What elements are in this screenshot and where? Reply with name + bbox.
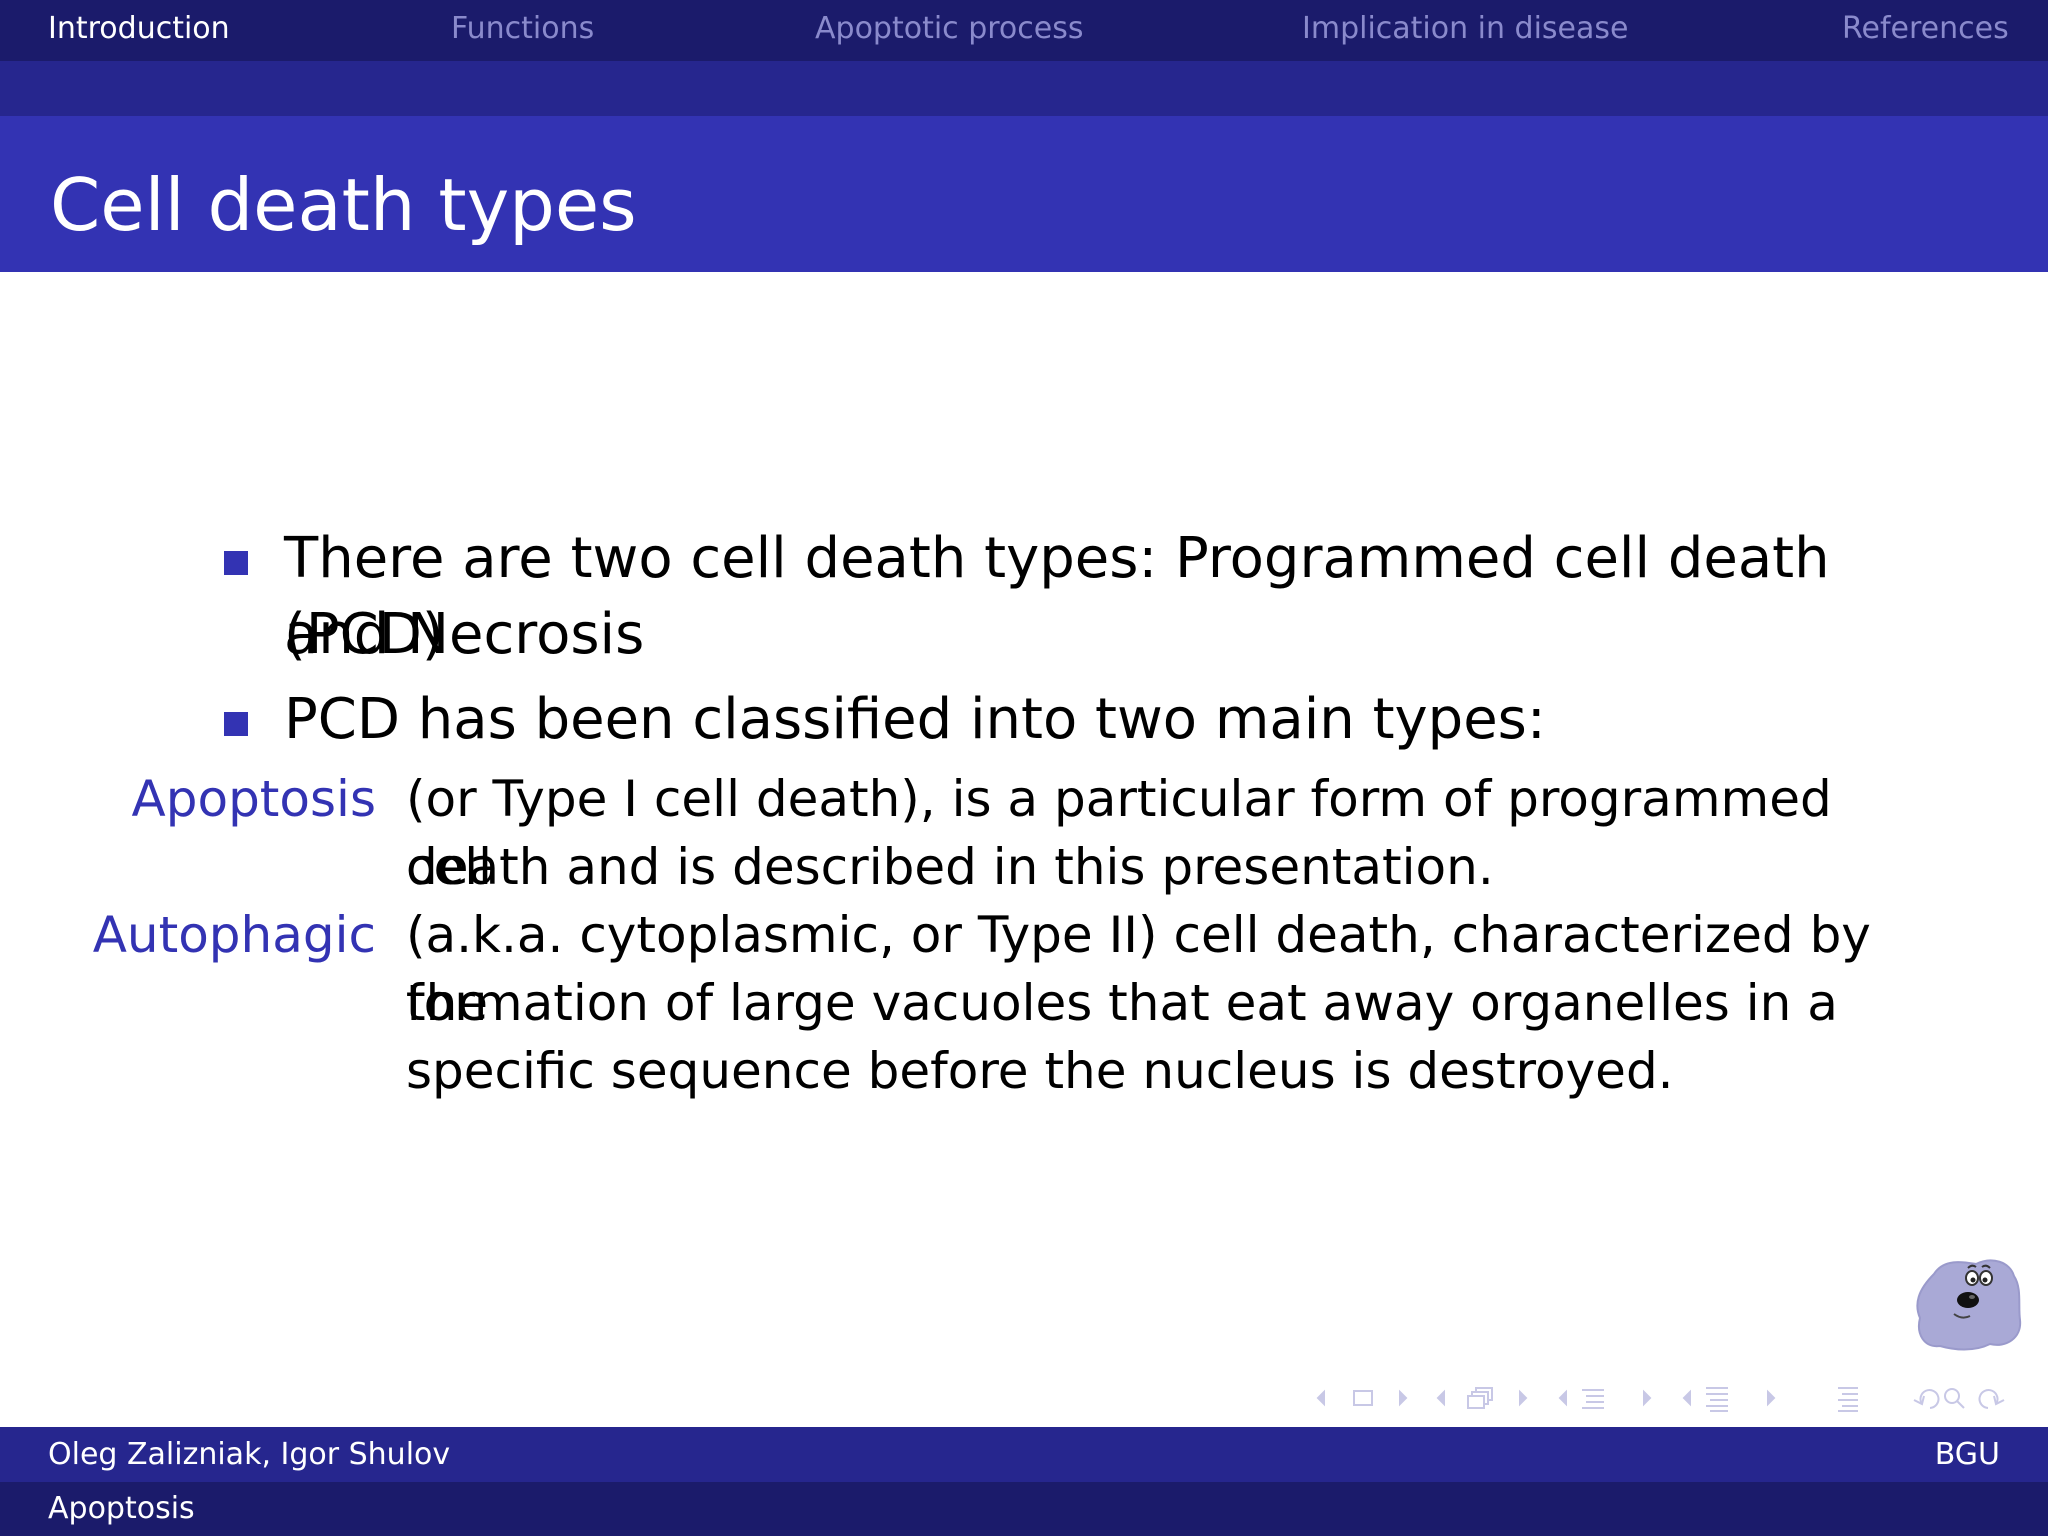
bullet-text-line: and Necrosis xyxy=(284,602,645,667)
section-icon[interactable] xyxy=(1706,1387,1728,1412)
frame-prev-arrow-icon[interactable] xyxy=(1436,1389,1445,1407)
search-icon[interactable] xyxy=(1944,1388,1965,1409)
frame-stack-icon[interactable] xyxy=(1467,1387,1493,1409)
beamer-navigation-symbols xyxy=(1316,1387,2005,1412)
nav-implication-in-disease[interactable]: Implication in disease xyxy=(1302,10,1628,48)
footer-title-bar: Apoptosis xyxy=(0,1482,2048,1536)
section-next-arrow-icon[interactable] xyxy=(1767,1389,1776,1407)
bullet-square-icon xyxy=(224,551,248,575)
desc-def-line: specific sequence before the nucleus is … xyxy=(406,1042,1674,1100)
slide-next-arrow-icon[interactable] xyxy=(1399,1389,1408,1407)
footer-authors: Oleg Zalizniak, Igor Shulov xyxy=(48,1437,451,1472)
subsection-next-arrow-icon[interactable] xyxy=(1643,1389,1652,1407)
slide-frame-icon[interactable] xyxy=(1353,1390,1373,1406)
document-icon[interactable] xyxy=(1838,1387,1858,1412)
subsection-icon[interactable] xyxy=(1582,1389,1604,1409)
desc-term-apoptosis: Apoptosis xyxy=(131,770,376,828)
desc-def-line: death and is described in this presentat… xyxy=(406,838,1494,896)
bullet-text-line: PCD has been classified into two main ty… xyxy=(284,687,1546,752)
footer-institution: BGU xyxy=(1934,1437,2000,1472)
slide: Introduction Functions Apoptotic process… xyxy=(0,0,2048,1536)
section-prev-arrow-icon[interactable] xyxy=(1682,1389,1691,1407)
nav-apoptotic-process[interactable]: Apoptotic process xyxy=(815,10,1084,48)
frame-next-arrow-icon[interactable] xyxy=(1519,1389,1528,1407)
subsection-prev-arrow-icon[interactable] xyxy=(1558,1389,1567,1407)
nav-functions[interactable]: Functions xyxy=(451,10,594,48)
subsection-bar xyxy=(0,61,2048,116)
back-icon[interactable] xyxy=(1913,1389,1940,1409)
nav-introduction[interactable]: Introduction xyxy=(48,10,230,48)
footer-author-bar: Oleg Zalizniak, Igor Shulov BGU xyxy=(0,1427,2048,1482)
forward-icon[interactable] xyxy=(1978,1389,2005,1409)
section-nav-bar: Introduction Functions Apoptotic process… xyxy=(0,0,2048,61)
desc-def-line: formation of large vacuoles that eat awa… xyxy=(406,974,1838,1032)
blob-mascot-icon xyxy=(1916,1259,2022,1351)
nav-references[interactable]: References xyxy=(1842,10,2009,48)
bullet-item: PCD has been classified into two main ty… xyxy=(224,682,1924,758)
slide-prev-arrow-icon[interactable] xyxy=(1316,1389,1325,1407)
desc-term-autophagic: Autophagic xyxy=(92,906,376,964)
slide-title: Cell death types xyxy=(50,163,637,247)
footer-short-title: Apoptosis xyxy=(48,1491,195,1526)
bullet-square-icon xyxy=(224,712,248,736)
bullet-item: There are two cell death types: Programm… xyxy=(224,521,1924,673)
